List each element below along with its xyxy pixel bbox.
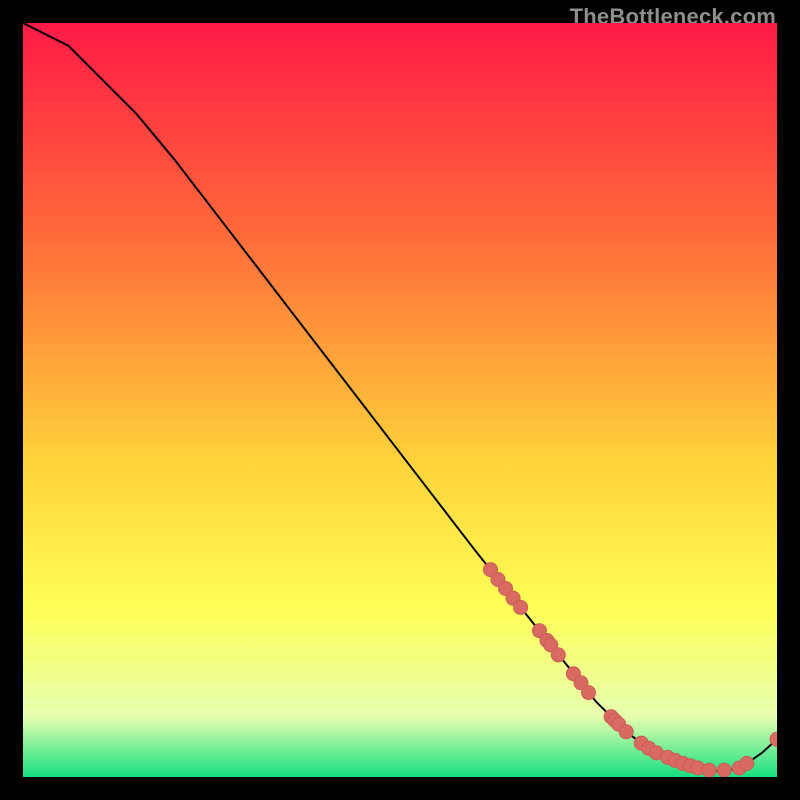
data-point — [551, 648, 565, 662]
gradient-background — [23, 23, 777, 777]
bottleneck-chart — [23, 23, 777, 777]
data-point — [619, 725, 633, 739]
data-point — [514, 600, 528, 614]
data-point — [717, 763, 731, 777]
data-point — [702, 763, 716, 777]
data-point — [582, 686, 596, 700]
data-point — [740, 756, 754, 770]
chart-stage: TheBottleneck.com — [0, 0, 800, 800]
